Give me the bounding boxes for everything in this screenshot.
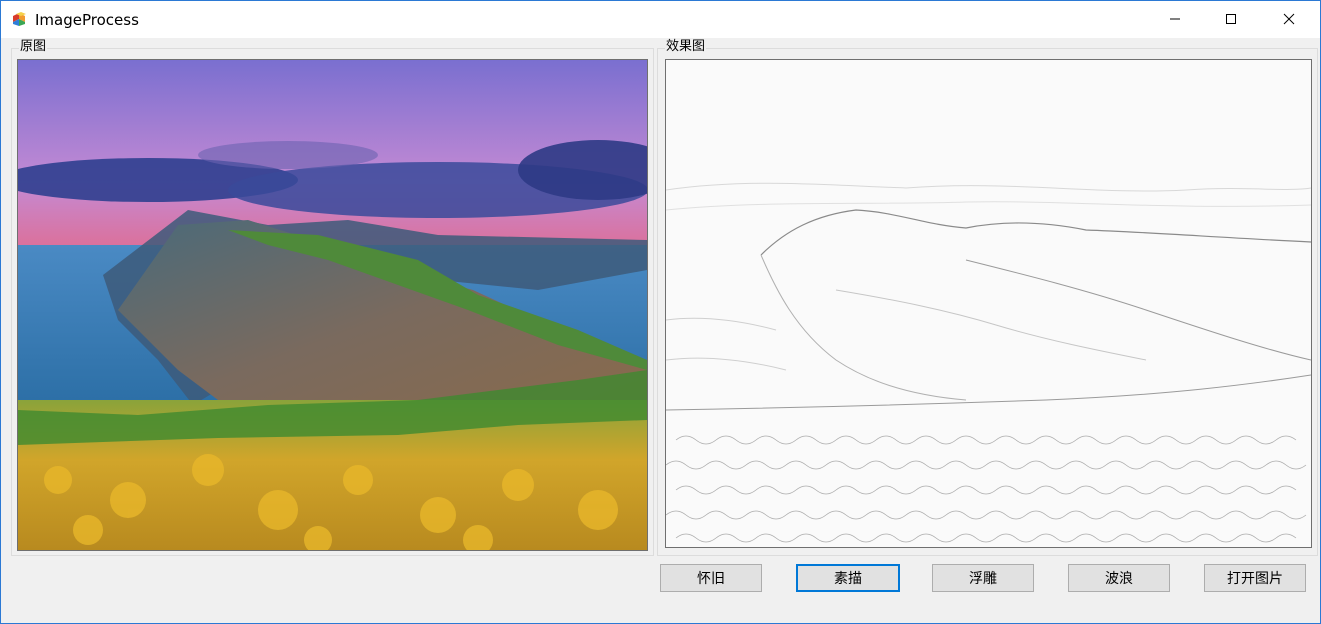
original-image — [17, 59, 648, 551]
original-group-label: 原图 — [19, 38, 48, 56]
minimize-button[interactable] — [1152, 1, 1198, 38]
emboss-button[interactable]: 浮雕 — [932, 564, 1034, 592]
window-title: ImageProcess — [35, 11, 139, 29]
close-icon — [1283, 10, 1295, 29]
nostalgia-button[interactable]: 怀旧 — [660, 564, 762, 592]
app-window: ImageProcess 原图 效果图 怀旧 素描 浮雕 波浪 打开图片 — [0, 0, 1321, 624]
effect-group-label: 效果图 — [665, 38, 707, 56]
sketch-button[interactable]: 素描 — [796, 564, 900, 592]
wave-button[interactable]: 波浪 — [1068, 564, 1170, 592]
close-button[interactable] — [1266, 1, 1312, 38]
title-bar[interactable]: ImageProcess — [1, 1, 1320, 38]
open-image-button[interactable]: 打开图片 — [1204, 564, 1306, 592]
maximize-button[interactable] — [1208, 1, 1254, 38]
app-cube-icon — [11, 11, 28, 28]
minimize-icon — [1169, 10, 1181, 29]
maximize-icon — [1225, 10, 1237, 29]
effect-image — [665, 59, 1312, 548]
